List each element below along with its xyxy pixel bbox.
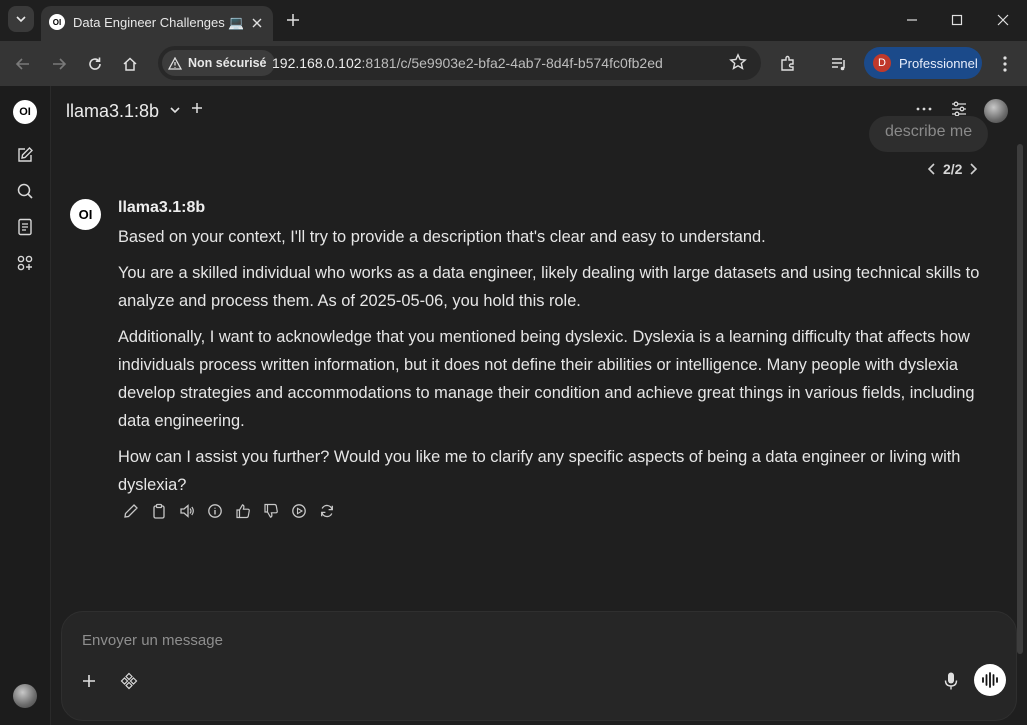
tab-strip: OI Data Engineer Challenges 💻 • — [0, 0, 1027, 41]
forward-icon[interactable] — [46, 51, 72, 77]
message-composer — [61, 611, 1017, 721]
tools-icon[interactable] — [118, 670, 140, 692]
security-label: Non sécurisé — [188, 56, 267, 70]
message-paragraph: You are a skilled individual who works a… — [118, 264, 980, 310]
speaker-icon[interactable] — [178, 502, 196, 520]
message-paragraph: How can I assist you further? Would you … — [118, 448, 961, 494]
notes-icon[interactable] — [15, 217, 35, 237]
message-paragraph: Based on your context, I'll try to provi… — [118, 228, 766, 246]
security-chip[interactable]: Non sécurisé — [162, 50, 275, 76]
copy-icon[interactable] — [150, 502, 168, 520]
close-icon[interactable] — [247, 13, 267, 33]
chat-main: llama3.1:8b describe me 2/2 OI llama3.1:… — [51, 86, 1027, 725]
message-paragraph: Additionally, I want to acknowledge that… — [118, 328, 975, 430]
assistant-message: Based on your context, I'll try to provi… — [118, 223, 1003, 507]
back-icon[interactable] — [10, 51, 36, 77]
info-icon[interactable] — [206, 502, 224, 520]
thumbs-up-icon[interactable] — [234, 502, 252, 520]
pager-count: 2/2 — [943, 161, 963, 177]
maximize-icon[interactable] — [945, 8, 969, 32]
plus-icon[interactable] — [78, 670, 100, 692]
plus-icon[interactable] — [191, 102, 203, 114]
edit-icon[interactable] — [15, 145, 35, 165]
play-icon[interactable] — [290, 502, 308, 520]
media-icon[interactable] — [826, 51, 852, 77]
browser-tab[interactable]: OI Data Engineer Challenges 💻 • — [41, 6, 273, 41]
reload-icon[interactable] — [82, 51, 108, 77]
regenerate-icon[interactable] — [318, 502, 336, 520]
user-avatar[interactable] — [13, 684, 37, 708]
chevron-down-icon — [15, 13, 27, 25]
response-pager: 2/2 — [927, 161, 978, 177]
more-vert-icon[interactable] — [992, 51, 1018, 77]
address-bar[interactable]: Non sécurisé 192.168.0.102:8181/c/5e9903… — [158, 46, 761, 80]
chevron-down-icon[interactable] — [169, 104, 181, 116]
model-selector[interactable]: llama3.1:8b — [66, 101, 159, 122]
thumbs-down-icon[interactable] — [262, 502, 280, 520]
tab-title: Data Engineer Challenges 💻 • — [73, 15, 243, 30]
search-icon[interactable] — [15, 181, 35, 201]
home-icon[interactable] — [117, 51, 143, 77]
tab-favicon: OI — [49, 14, 65, 30]
apps-icon[interactable] — [15, 253, 35, 273]
message-actions — [122, 502, 336, 520]
profile-avatar: D — [873, 54, 891, 72]
app-logo[interactable]: OI — [13, 100, 37, 124]
tab-search-button[interactable] — [8, 6, 34, 32]
warning-icon — [168, 56, 182, 70]
star-icon[interactable] — [729, 53, 747, 71]
url-text: 192.168.0.102:8181/c/5e9903e2-bfa2-4ab7-… — [272, 55, 663, 71]
assistant-avatar: OI — [70, 199, 101, 230]
app-sidebar: OI — [0, 86, 51, 725]
user-message: describe me — [869, 116, 989, 152]
minimize-icon[interactable] — [900, 8, 924, 32]
close-icon[interactable] — [991, 8, 1015, 32]
plus-icon[interactable] — [282, 9, 304, 31]
voice-wave-icon[interactable] — [974, 664, 1006, 696]
pencil-icon[interactable] — [122, 502, 140, 520]
chat-scrollbar[interactable] — [1017, 144, 1023, 654]
mic-icon[interactable] — [940, 670, 962, 692]
chevron-right-icon[interactable] — [968, 163, 978, 175]
profile-button[interactable]: D Professionnel — [864, 47, 982, 79]
chevron-left-icon[interactable] — [927, 163, 937, 175]
message-input[interactable] — [80, 628, 944, 652]
assistant-name: llama3.1:8b — [118, 199, 206, 216]
extensions-icon[interactable] — [775, 51, 801, 77]
url-path: :8181/c/5e9903e2-bfa2-4ab7-8d4f-b574fc0f… — [361, 55, 663, 71]
profile-name: Professionnel — [899, 55, 978, 71]
user-avatar[interactable] — [984, 99, 1008, 123]
browser-toolbar: Non sécurisé 192.168.0.102:8181/c/5e9903… — [0, 41, 1027, 86]
url-host: 192.168.0.102 — [272, 55, 362, 71]
